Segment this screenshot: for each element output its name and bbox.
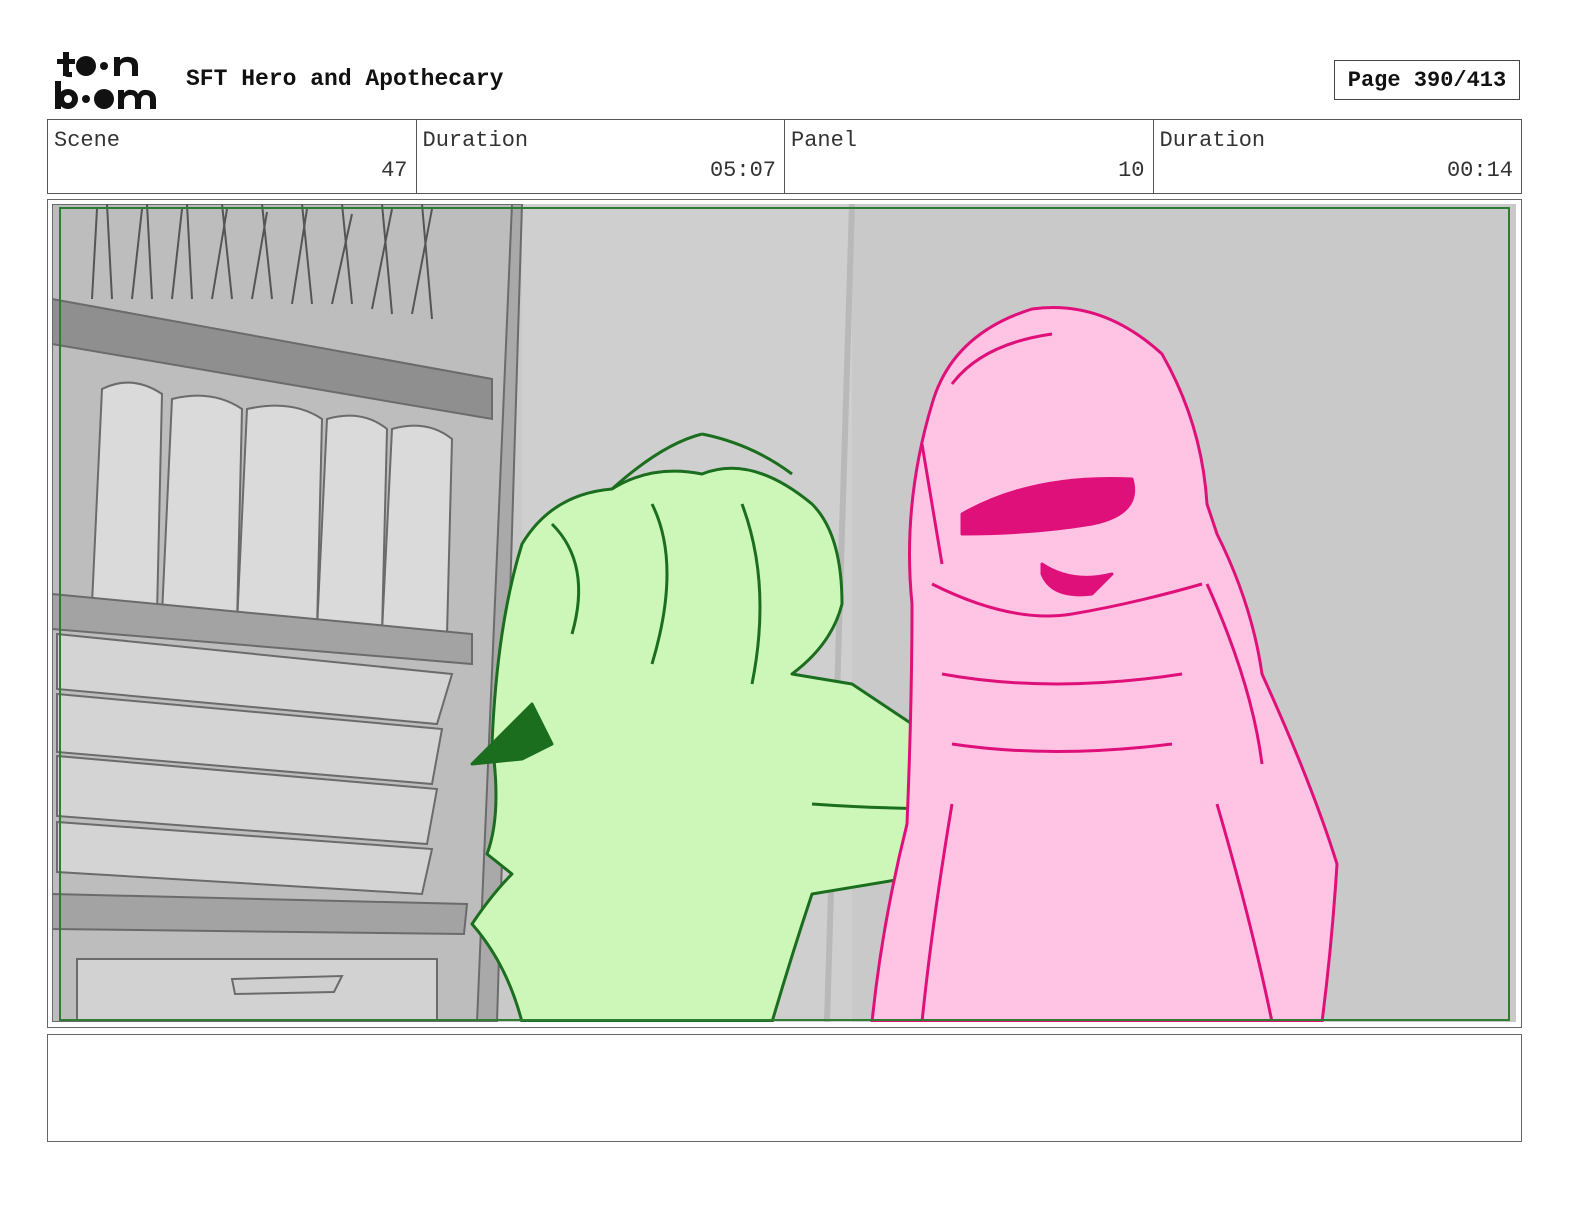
panel-cell: Panel 10 [785, 120, 1154, 193]
bookshelf [52, 204, 524, 1022]
scene-duration-cell: Duration 05:07 [417, 120, 785, 193]
panel-duration-value: 00:14 [1446, 158, 1513, 183]
scene-duration-label: Duration [422, 128, 529, 153]
page-counter: Page 390/413 [1334, 60, 1520, 100]
panel-drawing [52, 204, 1516, 1022]
panel-label: Panel [791, 128, 858, 153]
scene-value: 47 [381, 158, 408, 183]
panel-value: 10 [1118, 158, 1145, 183]
scene-cell: Scene 47 [48, 120, 417, 193]
scene-label: Scene [54, 128, 121, 153]
toon-boom-logo [55, 52, 156, 109]
storyboard-panel [47, 199, 1522, 1028]
panel-duration-cell: Duration 00:14 [1154, 120, 1522, 193]
scene-duration-value: 05:07 [709, 158, 776, 183]
panel-notes-box[interactable] [47, 1034, 1522, 1142]
project-title: SFT Hero and Apothecary [186, 66, 504, 92]
scene-info-table: Scene 47 Duration 05:07 Panel 10 Duratio… [47, 119, 1522, 194]
panel-duration-label: Duration [1159, 128, 1266, 153]
